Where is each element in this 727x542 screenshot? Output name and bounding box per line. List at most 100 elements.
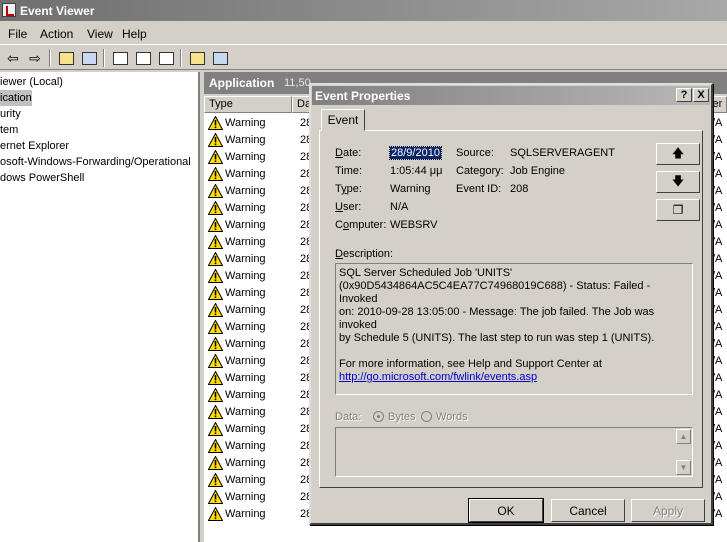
menu-view[interactable]: View <box>87 27 113 41</box>
row-type: Warning <box>225 457 266 469</box>
up-folder-icon[interactable] <box>56 48 76 68</box>
warning-icon <box>207 319 224 334</box>
row-type: Warning <box>225 406 266 418</box>
menu-file[interactable]: File <box>8 27 27 41</box>
tree-item-internet-explorer[interactable]: ernet Explorer <box>0 138 69 154</box>
row-type: Warning <box>225 168 266 180</box>
warning-icon <box>207 404 224 419</box>
warning-icon <box>207 149 224 164</box>
help-icon[interactable] <box>187 48 207 68</box>
help-button[interactable]: ? <box>676 88 692 102</box>
warning-icon <box>207 200 224 215</box>
row-type: Warning <box>225 236 266 248</box>
warning-icon <box>207 506 224 521</box>
previous-event-button[interactable]: 🡅 <box>656 143 700 165</box>
warning-icon <box>207 217 224 232</box>
row-type: Warning <box>225 287 266 299</box>
row-type: Warning <box>225 372 266 384</box>
row-type: Warning <box>225 253 266 265</box>
action-pane-icon[interactable] <box>210 48 230 68</box>
dialog-title: Event Properties <box>315 89 411 103</box>
scroll-up-icon[interactable]: ▲ <box>676 429 691 444</box>
warning-icon <box>207 455 224 470</box>
row-type: Warning <box>225 304 266 316</box>
warning-icon <box>207 472 224 487</box>
row-type: Warning <box>225 440 266 452</box>
tree-item-security[interactable]: urity <box>0 106 21 122</box>
description-help-text: For more information, see Help and Suppo… <box>339 358 602 370</box>
time-label: Time: <box>335 165 363 177</box>
source-label: Source: <box>456 147 494 159</box>
copy-icon: ❐ <box>672 203 684 217</box>
panel-title: Application <box>209 76 275 90</box>
back-arrow-icon[interactable]: ⇦ <box>3 48 23 68</box>
row-type: Warning <box>225 219 266 231</box>
tree-item-application[interactable]: ication <box>0 90 32 106</box>
warning-icon <box>207 268 224 283</box>
warning-icon <box>207 489 224 504</box>
user-label: User: <box>335 201 362 213</box>
apply-button[interactable]: Apply <box>631 499 705 522</box>
row-type: Warning <box>225 508 266 520</box>
menu-bar: File Action View Help <box>0 23 727 43</box>
arrow-up-icon: 🡅 <box>671 145 685 160</box>
type-value: Warning <box>390 183 431 195</box>
properties-icon[interactable] <box>110 48 130 68</box>
row-type: Warning <box>225 185 266 197</box>
next-event-button[interactable]: 🡇 <box>656 171 700 193</box>
warning-icon <box>207 285 224 300</box>
computer-value: WEBSRV <box>390 219 438 231</box>
row-type: Warning <box>225 491 266 503</box>
cancel-button[interactable]: Cancel <box>551 499 625 522</box>
data-box[interactable]: ▲ ▼ <box>335 427 693 477</box>
computer-label: Computer: <box>335 219 387 231</box>
forward-arrow-icon[interactable]: ⇨ <box>25 48 45 68</box>
copy-button[interactable]: ❐ <box>656 199 700 221</box>
tab-event[interactable]: Event <box>321 109 365 131</box>
warning-icon <box>207 438 224 453</box>
warning-icon <box>207 251 224 266</box>
type-label: Type: <box>335 183 362 195</box>
export-list-icon[interactable] <box>156 48 176 68</box>
event-properties-dialog: Event Properties ? X Event Date: 28/9/20… <box>309 83 713 525</box>
menu-help[interactable]: Help <box>122 27 147 41</box>
tree-item-system[interactable]: tem <box>0 122 18 138</box>
warning-icon <box>207 387 224 402</box>
close-button[interactable]: X <box>693 88 709 102</box>
refresh-icon[interactable] <box>133 48 153 68</box>
warning-icon <box>207 166 224 181</box>
words-radio[interactable] <box>421 411 432 422</box>
row-type: Warning <box>225 321 266 333</box>
date-value[interactable]: 28/9/2010 <box>389 146 442 160</box>
warning-icon <box>207 336 224 351</box>
warning-icon <box>207 234 224 249</box>
event-id-value: 208 <box>510 183 529 195</box>
description-line-2: (0x90D5434864AC5C4EA77C74968019C688) - S… <box>339 280 651 305</box>
warning-icon <box>207 132 224 147</box>
row-type: Warning <box>225 423 266 435</box>
description-line-3: on: 2010-09-28 13:05:00 - Message: The j… <box>339 306 655 331</box>
bytes-radio[interactable] <box>373 411 384 422</box>
event-id-label: Event ID: <box>456 183 502 195</box>
date-label: Date: <box>335 147 362 159</box>
menu-action[interactable]: Action <box>40 27 73 41</box>
console-tree: iewer (Local) ication urity tem ernet Ex… <box>0 72 200 542</box>
description-line-4: by Schedule 5 (UNITS). The last step to … <box>339 332 655 344</box>
tree-item-powershell[interactable]: dows PowerShell <box>0 170 84 186</box>
row-type: Warning <box>225 270 266 282</box>
tree-item-event-viewer-local[interactable]: iewer (Local) <box>0 74 63 90</box>
tree-item-forwarding[interactable]: osoft-Windows-Forwarding/Operational <box>0 154 191 170</box>
row-type: Warning <box>225 338 266 350</box>
time-value: 1:05:44 μμ <box>390 165 443 177</box>
show-hide-tree-icon[interactable] <box>79 48 99 68</box>
data-scrollbar[interactable]: ▲ ▼ <box>676 429 691 475</box>
scroll-down-icon[interactable]: ▼ <box>676 460 691 475</box>
user-value: N/A <box>390 201 409 213</box>
row-type: Warning <box>225 151 266 163</box>
warning-icon <box>207 370 224 385</box>
column-header-type[interactable]: Type <box>204 96 292 113</box>
description-box[interactable]: SQL Server Scheduled Job 'UNITS' (0x90D5… <box>335 263 693 395</box>
category-label: Category: <box>456 165 504 177</box>
help-link[interactable]: http://go.microsoft.com/fwlink/events.as… <box>339 371 689 384</box>
ok-button[interactable]: OK <box>468 498 544 523</box>
